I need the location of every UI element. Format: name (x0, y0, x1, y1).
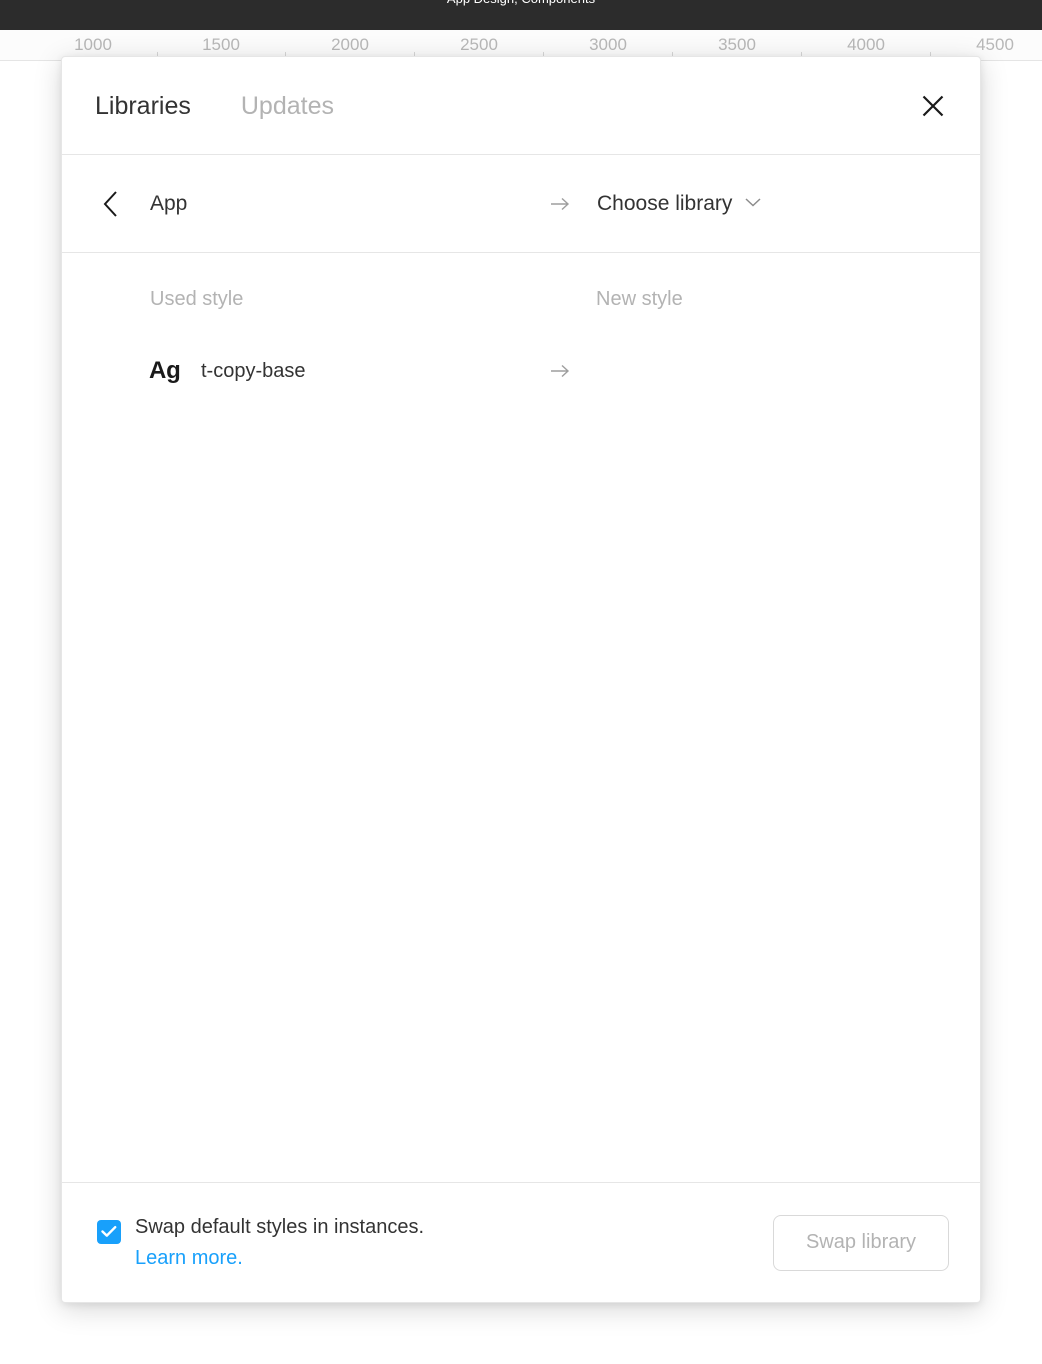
modal-footer: Swap default styles in instances. Learn … (62, 1182, 980, 1302)
ruler-tick-label: 4000 (847, 35, 885, 54)
source-library-name: App (150, 191, 188, 215)
chevron-left-icon (103, 190, 117, 217)
ruler-tick-label: 2000 (331, 35, 369, 54)
checkmark-icon (101, 1226, 117, 1237)
chevron-down-icon (744, 195, 762, 213)
modal-header: Libraries Updates (62, 57, 980, 155)
tab-libraries[interactable]: Libraries (95, 91, 191, 121)
libraries-modal: Libraries Updates App Choose library Use… (61, 56, 981, 1303)
arrow-right-icon (549, 360, 571, 382)
ruler-tick-label: 1000 (74, 35, 112, 54)
column-headers: Used style New style (62, 253, 980, 343)
choose-library-dropdown[interactable]: Choose library (597, 191, 762, 217)
toolbar-title: App Design, Components (0, 0, 1042, 7)
library-swap-row: App Choose library (62, 155, 980, 253)
style-row[interactable]: Ag t-copy-base (62, 343, 980, 399)
choose-library-label: Choose library (597, 191, 733, 215)
close-button[interactable] (914, 87, 952, 125)
swap-defaults-label: Swap default styles in instances. (135, 1215, 425, 1238)
column-header-used-style: Used style (150, 288, 244, 310)
arrow-right-icon (549, 193, 571, 215)
tab-updates[interactable]: Updates (241, 91, 334, 121)
ruler-tick-label: 3500 (718, 35, 756, 54)
style-name: t-copy-base (201, 360, 306, 382)
ruler-tick-label: 2500 (460, 35, 498, 54)
close-icon (922, 95, 944, 116)
swap-defaults-option: Swap default styles in instances. Learn … (97, 1212, 424, 1274)
swap-defaults-checkbox[interactable] (97, 1219, 121, 1244)
ruler-tick-label: 3000 (589, 35, 627, 54)
swap-library-button[interactable]: Swap library (773, 1214, 949, 1271)
text-style-icon: Ag (149, 357, 181, 384)
style-list-body: Used style New style Ag t-copy-base (62, 253, 980, 1182)
learn-more-link[interactable]: Learn more. (135, 1243, 424, 1274)
back-button[interactable] (94, 187, 128, 221)
column-header-new-style: New style (596, 288, 683, 310)
app-toolbar: App Design, Components (0, 0, 1042, 30)
swap-defaults-text: Swap default styles in instances. Learn … (135, 1212, 424, 1274)
ruler-tick-label: 4500 (976, 35, 1014, 54)
ruler-tick-label: 1500 (202, 35, 240, 54)
